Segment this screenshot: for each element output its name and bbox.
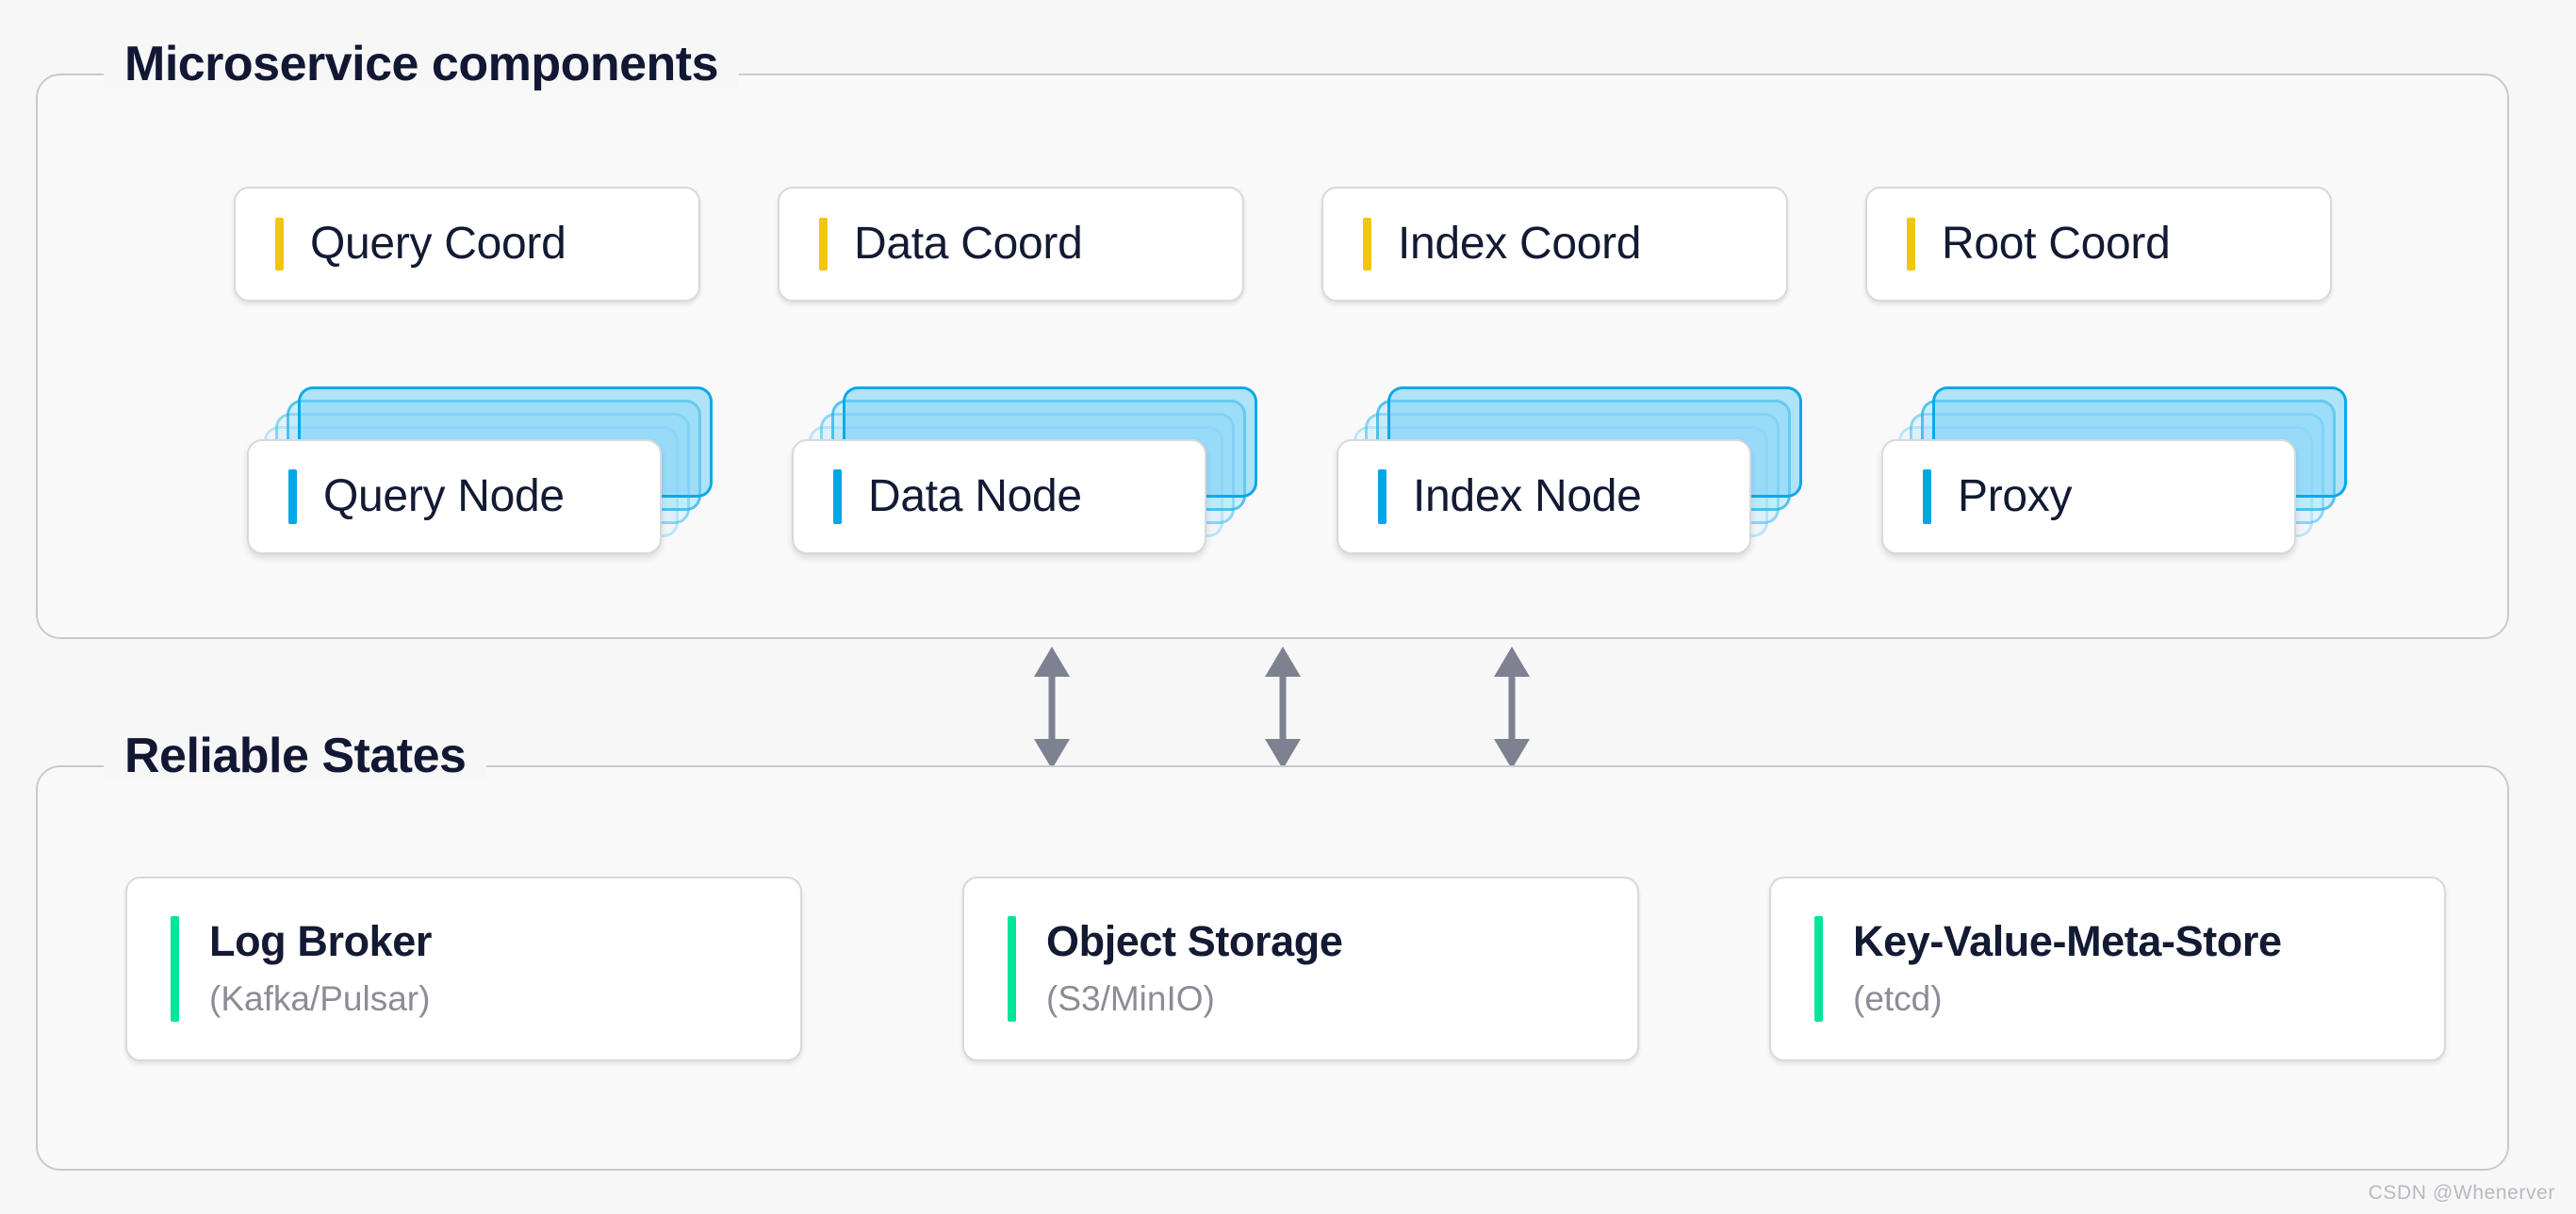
card-text-group: Object Storage (S3/MinIO) [1046, 916, 1343, 1021]
card-index-node[interactable]: Index Node [1337, 439, 1751, 554]
card-stack-index-node[interactable]: Index Node [1337, 375, 1803, 554]
card-key-value-meta-store[interactable]: Key-Value-Meta-Store (etcd) [1769, 877, 2446, 1061]
double-headed-vertical-arrow-icon [1265, 647, 1301, 769]
card-label: Index Node [1413, 471, 1642, 521]
card-subtitle: (etcd) [1853, 978, 1943, 1018]
card-object-storage[interactable]: Object Storage (S3/MinIO) [962, 877, 1639, 1061]
accent-bar-cyan-icon [1923, 469, 1931, 524]
watermark: CSDN @Whenerver [2368, 1182, 2555, 1204]
card-data-coord[interactable]: Data Coord [778, 187, 1244, 302]
card-label: Query Coord [310, 219, 566, 269]
card-subtitle: (Kafka/Pulsar) [209, 978, 431, 1018]
accent-bar-cyan-icon [288, 469, 297, 524]
card-label: Root Coord [1942, 219, 2171, 269]
card-proxy[interactable]: Proxy [1881, 439, 2296, 554]
card-log-broker[interactable]: Log Broker (Kafka/Pulsar) [125, 877, 802, 1061]
double-headed-vertical-arrow-icon [1494, 647, 1530, 769]
card-label: Query Node [323, 471, 565, 521]
card-text-group: Log Broker (Kafka/Pulsar) [209, 916, 432, 1021]
section-microservice-components: Microservice components [36, 40, 2509, 639]
card-label: Index Coord [1398, 219, 1642, 269]
accent-bar-green-icon [1008, 916, 1016, 1022]
connector-arrow-3 [1490, 647, 1534, 769]
card-data-node[interactable]: Data Node [792, 439, 1206, 554]
card-label: Proxy [1958, 471, 2073, 521]
double-headed-vertical-arrow-icon [1034, 647, 1070, 769]
accent-bar-green-icon [1814, 916, 1823, 1022]
card-label: Data Coord [854, 219, 1083, 269]
accent-bar-yellow-icon [819, 218, 828, 271]
card-subtitle: (S3/MinIO) [1046, 978, 1215, 1018]
card-index-coord[interactable]: Index Coord [1321, 187, 1788, 302]
accent-bar-yellow-icon [1363, 218, 1371, 271]
card-stack-data-node[interactable]: Data Node [792, 375, 1258, 554]
section-legend-microservice: Microservice components [104, 40, 740, 89]
card-stack-proxy[interactable]: Proxy [1881, 375, 2348, 554]
card-text-group: Key-Value-Meta-Store (etcd) [1853, 916, 2282, 1021]
accent-bar-cyan-icon [1378, 469, 1386, 524]
section-legend-reliable: Reliable States [104, 731, 487, 780]
card-query-node[interactable]: Query Node [247, 439, 662, 554]
accent-bar-green-icon [171, 916, 179, 1022]
connector-arrow-2 [1261, 647, 1304, 769]
card-title: Log Broker [209, 917, 433, 966]
card-stack-query-node[interactable]: Query Node [247, 375, 714, 554]
card-label: Data Node [868, 471, 1082, 521]
card-root-coord[interactable]: Root Coord [1865, 187, 2332, 302]
accent-bar-yellow-icon [1907, 218, 1915, 271]
card-title: Object Storage [1046, 917, 1343, 966]
diagram-canvas: Microservice components Query Coord Data… [0, 0, 2576, 1214]
card-title: Key-Value-Meta-Store [1853, 917, 2282, 966]
connector-arrow-1 [1030, 647, 1074, 769]
card-query-coord[interactable]: Query Coord [234, 187, 700, 302]
accent-bar-yellow-icon [275, 218, 284, 271]
accent-bar-cyan-icon [833, 469, 842, 524]
